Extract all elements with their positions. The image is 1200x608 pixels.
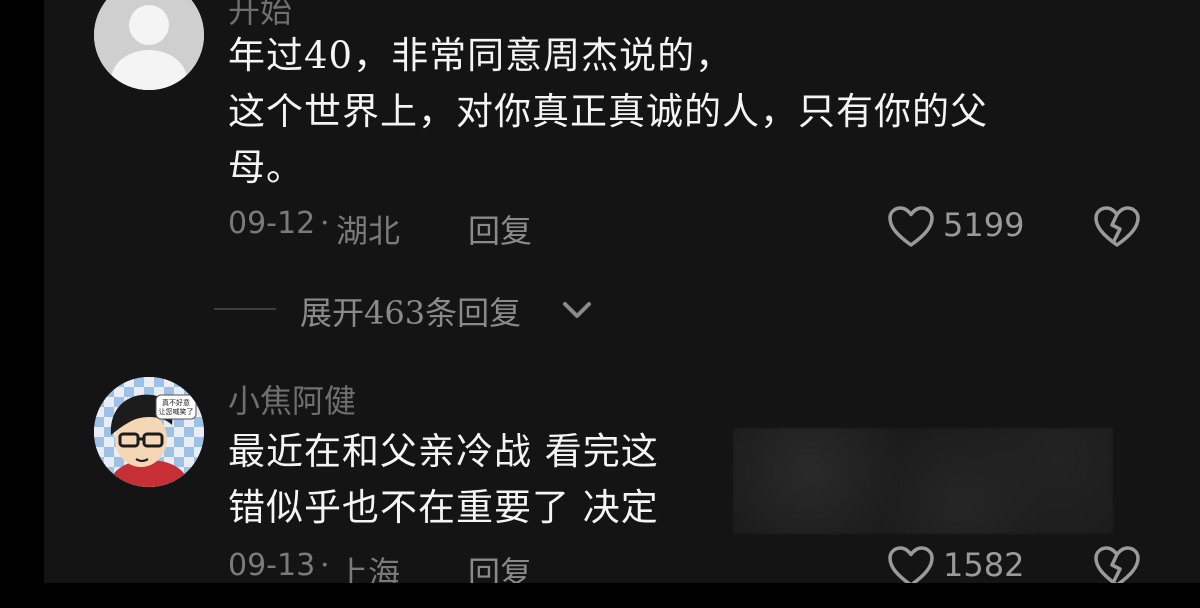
comment-line: 错似乎也不在重要了 决定 xyxy=(228,486,659,529)
meta-separator: · xyxy=(320,548,330,583)
blurred-region xyxy=(733,428,1113,534)
like-count: 5199 xyxy=(943,206,1025,244)
avatar[interactable] xyxy=(94,0,204,90)
avatar[interactable]: 真不好意 让您喊笑了 xyxy=(94,377,204,487)
comment-region: 湖北 xyxy=(336,212,401,250)
comment-text: 年过40，非常同意周杰说的， 这个世界上，对你真正真诚的人，只有你的父 母。 xyxy=(228,28,988,196)
like-count: 1582 xyxy=(943,546,1025,584)
comment-line: 年过40，非常同意周杰说的， xyxy=(228,34,734,77)
left-edge xyxy=(0,0,44,608)
expand-replies-button[interactable]: 展开463条回复 xyxy=(300,288,521,334)
avatar-bubble-line: 让您喊笑了 xyxy=(159,407,194,416)
avatar-bubble-line: 真不好意 xyxy=(162,398,190,407)
broken-heart-icon[interactable] xyxy=(1093,205,1141,249)
default-user-avatar-icon xyxy=(94,0,204,90)
comment-username[interactable]: 小焦阿健 xyxy=(228,376,356,422)
comment-line: 最近在和父亲冷战 看完这 xyxy=(228,430,659,473)
comment-date: 09-13 xyxy=(228,548,316,583)
comment-line: 母。 xyxy=(228,146,304,189)
comment-line: 这个世界上，对你真正真诚的人，只有你的父 xyxy=(228,90,988,133)
cartoon-boy-avatar-icon: 真不好意 让您喊笑了 xyxy=(94,377,204,487)
comment-text: 最近在和父亲冷战 看完这 错似乎也不在重要了 决定 xyxy=(228,424,659,536)
heart-icon[interactable] xyxy=(887,205,935,249)
bottom-edge xyxy=(0,583,1200,608)
divider xyxy=(214,308,276,310)
reply-button[interactable]: 回复 xyxy=(468,206,532,252)
chevron-down-icon[interactable] xyxy=(560,296,594,324)
comment-date: 09-12 xyxy=(228,206,316,241)
meta-separator: · xyxy=(320,206,330,241)
